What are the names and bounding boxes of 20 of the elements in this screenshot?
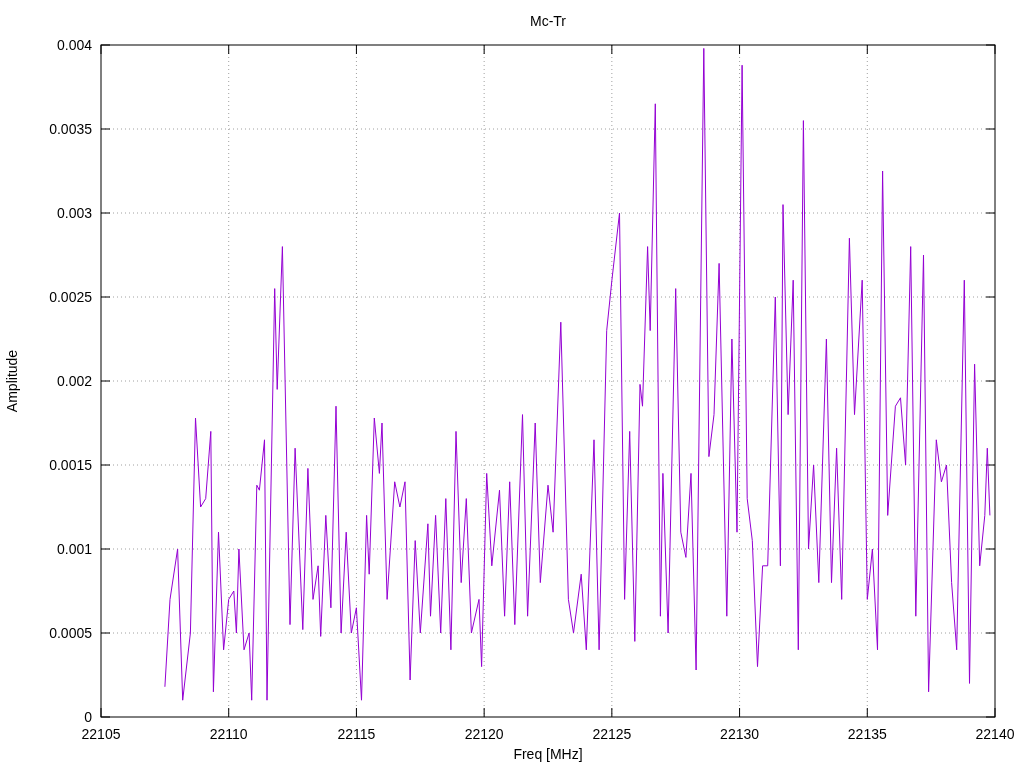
tick-label: 22120 <box>464 726 504 742</box>
tick-label: 0.0005 <box>49 625 92 641</box>
tick-label: 0.0025 <box>49 289 92 305</box>
tick-label: 0.0015 <box>49 457 92 473</box>
tick-label: 22130 <box>720 726 760 742</box>
tick-label: 0.004 <box>56 37 92 53</box>
tick-label: 22115 <box>337 726 376 742</box>
tick-label: 0.003 <box>56 205 92 221</box>
tick-label: 22140 <box>975 726 1015 742</box>
tick-label: 22135 <box>847 726 887 742</box>
chart-title: Mc-Tr <box>530 13 566 29</box>
tick-label: 0.002 <box>56 373 92 389</box>
axis-title: Amplitude <box>4 349 20 413</box>
tick-label: 22110 <box>209 726 248 742</box>
tick-label: 0 <box>84 709 92 725</box>
tick-label: 22105 <box>81 726 121 742</box>
tick-label: 22125 <box>592 726 632 742</box>
tick-label: 0.001 <box>56 541 92 557</box>
tick-label: 0.0035 <box>49 121 92 137</box>
axis-title: Freq [MHz] <box>513 746 583 762</box>
